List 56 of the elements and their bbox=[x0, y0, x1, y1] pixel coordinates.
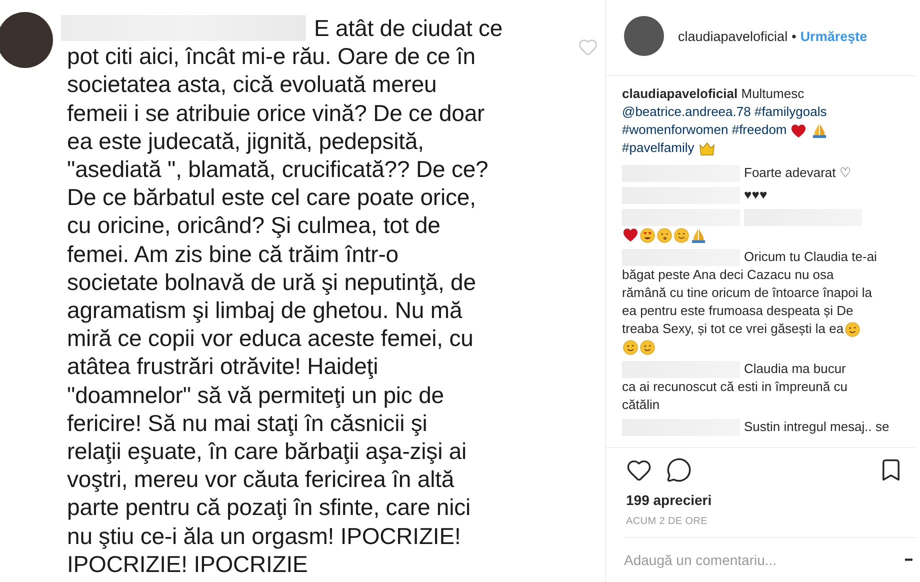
comment-text: Claudia ma bucur bbox=[744, 360, 846, 378]
comment-line: parte pentru că pozaţi în sfinte, care nici bbox=[67, 493, 472, 522]
likes-count[interactable]: 199 aprecieri bbox=[606, 486, 920, 512]
comment-line: femei. Am zis bine că trăim într-o bbox=[67, 240, 400, 268]
comment-text: cătălin bbox=[622, 396, 660, 414]
more-button[interactable]: ••• bbox=[900, 554, 916, 566]
comment-line: agramatism şi limbaj de ghetou. Nu mă bbox=[67, 296, 464, 324]
comment-line: miră ce copii vor educa aceste femei, cu bbox=[67, 324, 474, 352]
comment-line: relaţii eşuate, în care bărbaţii aşa-zişi ai bbox=[67, 437, 468, 466]
comment-line: societate bolnavă de ură şi neputinţă, de bbox=[67, 268, 477, 296]
comment-line: cu oricine, oricând? Şi culmea, tot de bbox=[67, 211, 442, 240]
separator-dot: • bbox=[792, 28, 796, 44]
comment-text: ea pentru este frumoasa despeata și De bbox=[622, 302, 854, 320]
caption-username[interactable]: claudiapaveloficial bbox=[622, 86, 738, 101]
heart-emoji-icon bbox=[791, 124, 806, 138]
comment-line: fericire! Să nu mai staţi în căsnicii şi bbox=[67, 408, 428, 438]
avatar-circle bbox=[0, 12, 53, 68]
comment-text: treaba Sexy, și tot ce vrei găsești la ea bbox=[622, 320, 844, 338]
comment-line: ea este judecată, jignită, pedepsită, bbox=[67, 126, 425, 156]
comment-line: nu ştiu ce-i ăla un orgasm! IPOCRIZIE! bbox=[67, 522, 462, 550]
avatar-circle[interactable] bbox=[624, 16, 664, 56]
comment-line: voştri, mereu vor căuta fericirea în altă bbox=[67, 465, 456, 494]
mention-link[interactable]: @beatrice.andreea.78 bbox=[622, 104, 751, 119]
comment-line: "asediată ", blamată, crucificată?? De ce? bbox=[67, 155, 490, 184]
comment-line: De ce bărbatul este cel care poate orice, bbox=[67, 183, 477, 212]
comment-line: pot citi aici, încât mi-e rău. Oare de ce în bbox=[67, 42, 476, 70]
comment-line: femeii i se atribuie orice vină? De ce doar bbox=[67, 98, 486, 127]
comment-line: "doamnelor" să vă permiteţi un pic de bbox=[67, 380, 445, 409]
heart-emoji-icon bbox=[623, 228, 638, 242]
comment-text: ♥♥♥ bbox=[744, 186, 768, 204]
comment-text: Foarte adevarat ♡ bbox=[744, 164, 852, 182]
comment-line: societatea asta, cică evoluată mereu bbox=[67, 70, 438, 99]
kissing-face-emoji-icon bbox=[657, 228, 672, 242]
hashtag-link[interactable]: #freedom bbox=[732, 122, 787, 137]
speech-bubble-icon[interactable] bbox=[666, 457, 692, 483]
winking-face-emoji-icon bbox=[623, 340, 638, 354]
hugging-face-emoji-icon bbox=[674, 228, 689, 242]
heart-icon bbox=[578, 37, 598, 57]
comment-line: E atât de ciudat ce bbox=[314, 14, 503, 42]
heart-eyes-emoji-icon bbox=[640, 228, 655, 242]
username-link[interactable]: claudiapaveloficial bbox=[678, 28, 788, 44]
winking-face-emoji-icon bbox=[640, 340, 655, 354]
comment-text: rămână cu tine oricum de întoarce înapoi la bbox=[622, 284, 872, 302]
winking-face-emoji-icon bbox=[844, 322, 860, 336]
comment-line: IPOCRIZIE! IPOCRIZIE bbox=[67, 550, 309, 578]
comment-text: Sustin intregul mesaj.. se bbox=[744, 418, 890, 436]
crown-emoji-icon bbox=[698, 142, 715, 156]
caption-text: Multumesc bbox=[741, 86, 804, 101]
comment-line: atâtea frustrări otrăvite! Haideţi bbox=[67, 352, 380, 381]
hashtag-link[interactable]: #womenforwomen bbox=[622, 122, 728, 137]
comment-text: băgat peste Ana deci Cazacu nu osa bbox=[622, 266, 834, 284]
comment-text: ca ai recunoscut că esti in împreună cu bbox=[622, 378, 848, 396]
comment-text: Oricum tu Claudia te-ai bbox=[744, 248, 877, 266]
hashtag-link[interactable]: #pavelfamily bbox=[622, 140, 694, 155]
post-time: ACUM 2 DE ORE bbox=[625, 515, 709, 529]
hashtag-link[interactable]: #familygoals bbox=[754, 104, 827, 119]
